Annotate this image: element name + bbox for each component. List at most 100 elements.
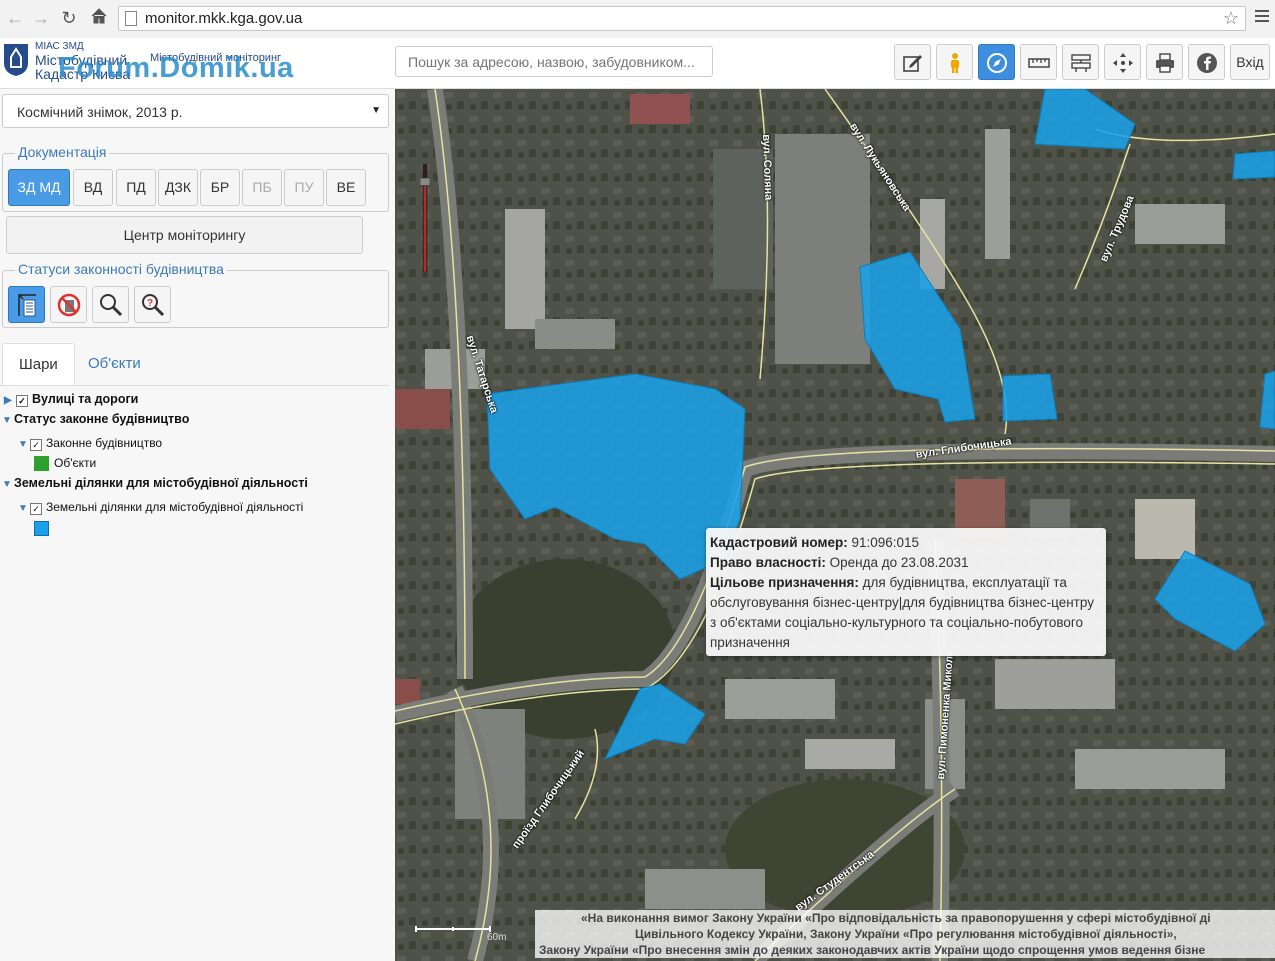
status-unknown-button[interactable]: ? <box>134 286 171 323</box>
scale-bar <box>415 926 491 932</box>
status-legal-button[interactable] <box>8 286 45 323</box>
layer-streets[interactable]: ▶ ✓ Вулиці та дороги <box>4 392 138 407</box>
legal-notice-line: «На виконання вимог Закону України «Про … <box>581 911 1211 925</box>
ownership-label: Право власності: <box>710 555 826 570</box>
layer-switch-icon <box>1071 54 1091 72</box>
app-header: МІАС ЗМД Містобудівний Кадастр Києва Міс… <box>0 38 1275 100</box>
facebook-icon <box>1197 53 1217 73</box>
cadastral-label: Кадастровий номер: <box>710 535 848 550</box>
layer-checkbox[interactable]: ✓ <box>30 503 42 515</box>
crosshair-move-icon <box>1113 53 1133 73</box>
crane-building-icon <box>18 294 36 317</box>
documentation-legend: Документація <box>15 144 110 160</box>
statuses-legend: Статуси законності будівництва <box>15 261 227 277</box>
forward-icon[interactable]: → <box>30 7 52 29</box>
layer-legal-construction[interactable]: ▼ ✓ Законне будівництво <box>18 436 162 451</box>
basemap-select[interactable]: Космічний знімок, 2013 р. ▼ <box>2 94 389 128</box>
svg-text:?: ? <box>147 298 153 309</box>
magnifier-icon <box>100 294 123 317</box>
parcel-info-popup: Кадастровий номер: 91:096:015 Право влас… <box>706 528 1106 656</box>
scale-label: 60m <box>487 932 507 943</box>
doc-button-ve[interactable]: ВЕ <box>326 169 366 206</box>
doc-button-pu[interactable]: ПУ <box>284 169 324 206</box>
tab-layers[interactable]: Шари <box>2 343 75 385</box>
layer-label: Земельні ділянки для містобудівної діяль… <box>46 500 304 514</box>
browser-toolbar: ← → ↻ monitor.mkk.kga.gov.ua ☆ <box>0 0 1275 39</box>
forum-watermark: Forum.Domik.ua <box>58 52 294 84</box>
ownership-value: Оренда до 23.08.2031 <box>829 555 969 570</box>
documentation-panel: Документація ЗД МД ВД ПД ДЗК БР ПБ ПУ ВЕ <box>2 144 389 212</box>
home-icon[interactable] <box>88 7 110 29</box>
street-view-button[interactable] <box>936 44 973 80</box>
tab-objects[interactable]: Об'єкти <box>72 343 157 385</box>
layer-checkbox[interactable]: ✓ <box>30 439 42 451</box>
ruler-icon <box>1028 58 1050 68</box>
collapse-arrow-icon[interactable]: ▼ <box>2 415 14 426</box>
address-search-input[interactable] <box>395 46 713 77</box>
legend-objects-label: Об'єкти <box>54 456 97 470</box>
bookmark-star-icon[interactable]: ☆ <box>1223 8 1239 29</box>
logo-small-text: МІАС ЗМД <box>35 41 84 52</box>
sidebar-tabs: Шари Об'єкти <box>0 343 389 386</box>
land-legend-swatch <box>34 521 49 536</box>
layer-checkbox[interactable]: ✓ <box>16 395 28 407</box>
address-bar[interactable]: monitor.mkk.kga.gov.ua ☆ <box>118 6 1246 31</box>
legal-notice-line: Закону України «Про внесення змін до дея… <box>539 943 1206 957</box>
back-icon[interactable]: ← <box>4 7 26 29</box>
url-text: monitor.mkk.kga.gov.ua <box>145 10 303 27</box>
print-button[interactable] <box>1146 44 1183 80</box>
layer-group-label: Статус законне будівництво <box>14 412 190 426</box>
magnifier-question-icon: ? <box>142 294 165 317</box>
layer-group-label: Земельні ділянки для містобудівної діяль… <box>14 476 308 490</box>
zoom-slider[interactable] <box>420 132 430 304</box>
doc-button-br[interactable]: БР <box>200 169 240 206</box>
doc-button-pb[interactable]: ПБ <box>242 169 282 206</box>
collapse-arrow-icon[interactable]: ▼ <box>18 439 30 450</box>
objects-legend-swatch <box>34 456 49 471</box>
collapse-arrow-icon[interactable]: ▼ <box>2 479 14 490</box>
layer-label: Вулиці та дороги <box>32 392 139 406</box>
compass-icon <box>987 53 1007 73</box>
cadastral-value: 91:096:015 <box>851 535 920 550</box>
expand-arrow-icon[interactable]: ▶ <box>4 395 16 406</box>
parcel[interactable] <box>1232 150 1275 180</box>
full-extent-button[interactable] <box>1104 44 1141 80</box>
doc-button-dzk[interactable]: ДЗК <box>158 169 198 206</box>
zoom-handle[interactable] <box>420 177 430 186</box>
page-icon <box>125 11 137 26</box>
layer-group-land[interactable]: ▼ Земельні ділянки для містобудівної діял… <box>2 476 308 490</box>
street-label: вул. Соляна <box>760 134 775 201</box>
browser-menu-icon[interactable] <box>1255 10 1269 25</box>
sidebar-panel: Космічний знімок, 2013 р. ▼ Документація… <box>0 89 395 961</box>
satellite-map[interactable]: вул. Соляна вул. Лукьяновська вул. Трудо… <box>395 89 1275 961</box>
dropdown-caret-icon: ▼ <box>371 105 381 116</box>
login-button[interactable]: Вхід <box>1230 44 1270 80</box>
collapse-arrow-icon[interactable]: ▼ <box>18 503 30 514</box>
status-inspection-button[interactable] <box>92 286 129 323</box>
reload-icon[interactable]: ↻ <box>58 7 80 29</box>
purpose-label: Цільове призначення: <box>710 575 859 590</box>
navigate-tool-button[interactable] <box>978 44 1015 80</box>
layers-tool-button[interactable] <box>1062 44 1099 80</box>
printer-icon <box>1156 53 1174 73</box>
legal-notice: «На виконання вимог Закону України «Про … <box>535 910 1275 958</box>
edit-icon <box>903 55 922 72</box>
basemap-select-value: Космічний знімок, 2013 р. <box>17 104 183 120</box>
edit-tool-button[interactable] <box>894 44 931 80</box>
layer-land-parcels[interactable]: ▼ ✓ Земельні ділянки для містобудівної дія… <box>18 500 303 515</box>
legal-notice-line: Цивільного Кодексу України, Закону Украї… <box>635 927 1177 941</box>
statuses-panel: Статуси законності будівництва ? <box>2 261 389 328</box>
doc-button-pd[interactable]: ПД <box>116 169 156 206</box>
doc-button-zd-md[interactable]: ЗД МД <box>8 169 70 206</box>
facebook-button[interactable] <box>1188 44 1225 80</box>
layer-label: Законне будівництво <box>46 436 163 450</box>
layer-group-status[interactable]: ▼ Статус законне будівництво <box>2 412 189 426</box>
status-illegal-button[interactable] <box>50 286 87 323</box>
pegman-icon <box>951 53 959 73</box>
kyiv-shield-logo-icon[interactable] <box>3 43 29 77</box>
monitoring-center-button[interactable]: Центр моніторингу <box>6 216 363 254</box>
parcel[interactable] <box>1002 373 1058 422</box>
measure-tool-button[interactable] <box>1020 44 1057 80</box>
doc-button-vd[interactable]: ВД <box>73 169 113 206</box>
no-building-icon <box>57 293 81 317</box>
